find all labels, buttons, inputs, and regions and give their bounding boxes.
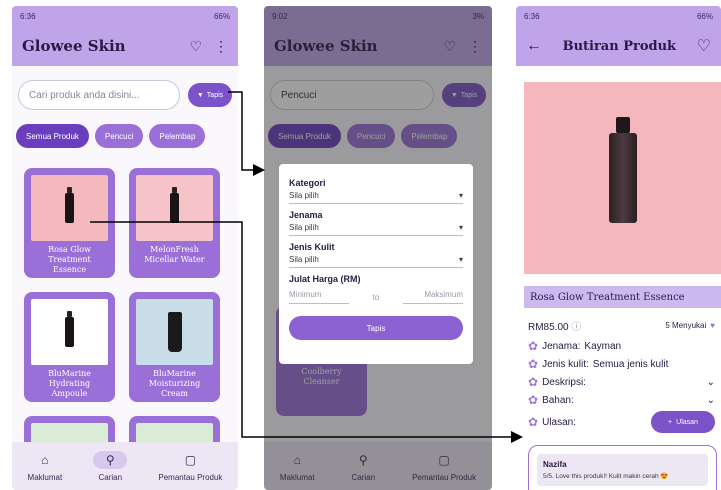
nav-pemantau-produk[interactable]: ▢ Pemantau Produk <box>158 451 222 482</box>
phone-search-screen: 6:36 66% Glowee Skin ♡ ⋮ Cari produk and… <box>12 6 238 490</box>
header-area: 6:36 66% ← Butiran Produk ♡ <box>516 6 721 66</box>
apply-filter-button[interactable]: Tapis <box>289 316 463 340</box>
product-card[interactable]: BluMarine Moisturizing Cream <box>129 292 220 402</box>
search-row: Cari produk anda disini... ▼ Tapis <box>12 66 238 118</box>
chip-pelembap[interactable]: Pelembap <box>149 124 206 148</box>
product-hero-image <box>524 82 721 274</box>
ulasan-row: ✿ Ulasan: + Ulasan <box>516 409 721 435</box>
review-text: 5/5. Love this produk!! Kulit makin cera… <box>543 473 669 480</box>
product-card[interactable]: Rosa Glow Treatment Essence <box>24 168 115 278</box>
status-time: 6:36 <box>524 11 540 21</box>
product-image <box>31 299 108 365</box>
product-image <box>31 175 108 241</box>
product-card[interactable]: BluMarine Hydrating Ampoule <box>24 292 115 402</box>
nav-carian[interactable]: ⚲ Carian <box>93 450 128 482</box>
product-image <box>136 175 213 241</box>
product-name: BluMarine Hydrating Ampoule <box>48 369 91 398</box>
info-icon[interactable]: ⓘ <box>571 322 581 333</box>
back-arrow-icon[interactable]: ← <box>526 37 542 55</box>
phone-filter-screen: 9:02 3% Glowee Skin ♡ ⋮ Pencuci ▼ Tapis … <box>264 6 492 490</box>
product-card[interactable]: MelonFresh Micellar Water <box>129 168 220 278</box>
page-title: Butiran Produk <box>562 38 677 54</box>
status-bar: 6:36 66% <box>12 6 238 26</box>
status-bar: 6:36 66% <box>516 6 721 26</box>
search-icon: ⚲ <box>93 450 128 469</box>
app-bar: Glowee Skin ♡ ⋮ <box>12 26 238 66</box>
product-grid: Rosa Glow Treatment Essence MelonFresh M… <box>12 154 238 456</box>
product-name: BluMarine Moisturizing Cream <box>148 369 201 398</box>
kategori-select[interactable]: Sila pilih ▾ <box>289 188 463 204</box>
bottom-navigation: ⌂ Maklumat ⚲ Carian ▢ Pemantau Produk <box>12 442 238 490</box>
review-item: Nazifa 5/5. Love this produk!! Kulit mak… <box>537 454 708 486</box>
status-time: 6:36 <box>20 11 36 21</box>
bookmark-icon: ▢ <box>184 452 197 467</box>
product-name: Rosa Glow Treatment Essence <box>48 245 91 274</box>
jenis-kulit-row: ✿ Jenis kulit: Semua jenis kulit <box>528 357 669 371</box>
phone-detail-screen: 6:36 66% ← Butiran Produk ♡ Rosa Glow Tr… <box>516 6 721 490</box>
status-battery: 66% <box>696 11 713 21</box>
jenis-kulit-select[interactable]: Sila pilih ▾ <box>289 252 463 268</box>
reviewer-name: Nazifa <box>543 460 567 469</box>
filter-icon: ▼ <box>196 91 204 99</box>
jenama-row: ✿ Jenama: Kayman <box>528 339 622 353</box>
price-range: Minimum to Maksimum <box>289 290 463 304</box>
deskripsi-row[interactable]: ✿ Deskripsi: ⌄ <box>516 373 721 391</box>
jenis-kulit-label: Jenis Kulit <box>289 242 335 252</box>
chevron-down-icon[interactable]: ⌄ <box>707 377 715 388</box>
heart-icon[interactable]: ♡ <box>189 38 202 55</box>
product-image <box>136 299 213 365</box>
like-count: 5 Menyukai <box>665 321 707 330</box>
product-name: MelonFresh Micellar Water <box>144 245 205 264</box>
status-battery: 66% <box>213 11 230 21</box>
filter-dialog: Kategori Sila pilih ▾ Jenama Sila pilih … <box>279 164 473 364</box>
plus-icon: + <box>668 418 673 426</box>
chevron-down-icon[interactable]: ⌄ <box>707 395 715 406</box>
min-price-input[interactable]: Minimum <box>289 290 349 304</box>
max-price-input[interactable]: Maksimum <box>402 290 463 304</box>
filter-label: Tapis <box>206 91 224 99</box>
bahan-row[interactable]: ✿ Bahan: ⌄ <box>516 391 721 409</box>
dropdown-icon: ▾ <box>458 191 463 200</box>
app-bar: ← Butiran Produk ♡ <box>516 26 721 66</box>
julat-harga-label: Julat Harga (RM) <box>289 274 361 284</box>
price-row: RM85.00 ⓘ 5 Menyukai ♥ <box>516 308 721 337</box>
brand-title: Glowee Skin <box>22 37 126 55</box>
flower-icon: ✿ <box>528 375 539 389</box>
flower-icon: ✿ <box>528 415 539 429</box>
heart-filled-icon[interactable]: ♥ <box>710 321 715 330</box>
filter-button[interactable]: ▼ Tapis <box>188 83 232 107</box>
to-label: to <box>372 292 380 302</box>
category-chips: Semua Produk Pencuci Pelembap <box>12 118 238 154</box>
product-title: Rosa Glow Treatment Essence <box>524 286 721 308</box>
flower-icon: ✿ <box>528 393 539 407</box>
dropdown-icon: ▾ <box>458 223 463 232</box>
chip-semua-produk[interactable]: Semua Produk <box>16 124 89 148</box>
dropdown-icon: ▾ <box>458 255 463 264</box>
kategori-label: Kategori <box>289 178 326 188</box>
add-review-button[interactable]: + Ulasan <box>651 411 715 433</box>
price: RM85.00 <box>528 322 569 333</box>
jenama-select[interactable]: Sila pilih ▾ <box>289 220 463 236</box>
flower-icon: ✿ <box>528 357 539 371</box>
more-vert-icon[interactable]: ⋮ <box>214 38 228 55</box>
search-input[interactable]: Cari produk anda disini... <box>18 80 180 110</box>
jenama-label: Jenama <box>289 210 323 220</box>
chip-pencuci[interactable]: Pencuci <box>94 124 144 148</box>
flower-icon: ✿ <box>528 339 539 353</box>
review-list: Nazifa 5/5. Love this produk!! Kulit mak… <box>528 445 717 490</box>
header-area: 6:36 66% Glowee Skin ♡ ⋮ <box>12 6 238 66</box>
home-icon: ⌂ <box>41 452 49 467</box>
nav-maklumat[interactable]: ⌂ Maklumat <box>28 451 63 482</box>
heart-icon[interactable]: ♡ <box>697 36 711 56</box>
